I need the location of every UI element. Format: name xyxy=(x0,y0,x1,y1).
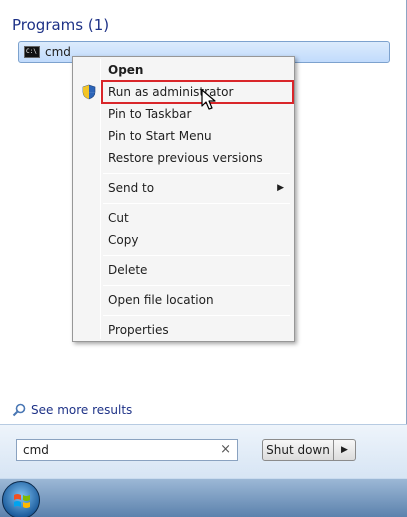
menu-item-delete[interactable]: Delete xyxy=(75,259,292,281)
see-more-label: See more results xyxy=(31,403,133,417)
menu-item-restore-previous-versions[interactable]: Restore previous versions xyxy=(75,147,292,169)
menu-item-cut[interactable]: Cut xyxy=(75,207,292,229)
menu-item-label: Pin to Start Menu xyxy=(108,129,212,143)
menu-item-label: Pin to Taskbar xyxy=(108,107,192,121)
menu-item-open[interactable]: Open xyxy=(75,59,292,81)
menu-item-label: Open xyxy=(108,63,144,77)
menu-separator xyxy=(103,285,290,286)
shutdown-options-arrow-icon[interactable]: ▶ xyxy=(334,439,356,461)
menu-item-label: Delete xyxy=(108,263,148,277)
menu-item-pin-to-taskbar[interactable]: Pin to Taskbar xyxy=(75,103,292,125)
see-more-results-link[interactable]: See more results xyxy=(12,403,132,417)
menu-separator xyxy=(103,173,290,174)
menu-item-label: Restore previous versions xyxy=(108,151,263,165)
menu-item-label: Send to xyxy=(108,181,155,195)
menu-item-label: Cut xyxy=(108,211,129,225)
mouse-cursor-icon xyxy=(201,89,216,110)
menu-item-label: Properties xyxy=(108,323,169,337)
programs-section-header: Programs (1) xyxy=(12,16,110,34)
search-icon xyxy=(12,403,26,417)
taskbar xyxy=(0,478,407,517)
menu-separator xyxy=(103,203,290,204)
menu-item-properties[interactable]: Properties xyxy=(75,319,292,341)
menu-item-copy[interactable]: Copy xyxy=(75,229,292,251)
menu-separator xyxy=(103,255,290,256)
search-input-value: cmd xyxy=(23,443,49,457)
submenu-arrow-icon: ▶ xyxy=(277,183,284,193)
shutdown-button[interactable]: Shut down xyxy=(262,439,334,461)
context-menu: Open Run as administrator Pin to Taskbar… xyxy=(72,56,295,342)
menu-item-send-to[interactable]: Send to ▶ xyxy=(75,177,292,199)
menu-separator xyxy=(103,315,290,316)
clear-search-icon[interactable]: × xyxy=(220,442,231,457)
uac-shield-icon xyxy=(82,84,96,100)
menu-item-label: Open file location xyxy=(108,293,214,307)
menu-item-open-file-location[interactable]: Open file location xyxy=(75,289,292,311)
highlight-annotation-box xyxy=(101,80,294,104)
search-result-label: cmd xyxy=(45,45,71,59)
menu-item-label: Copy xyxy=(108,233,139,247)
start-menu-bottom-bar: cmd × Shut down ▶ xyxy=(0,424,407,478)
menu-item-pin-to-start-menu[interactable]: Pin to Start Menu xyxy=(75,125,292,147)
windows-logo-icon xyxy=(14,494,30,508)
search-input[interactable]: cmd × xyxy=(16,439,238,461)
start-button[interactable] xyxy=(2,481,40,517)
command-prompt-icon: C:\ xyxy=(24,46,40,58)
